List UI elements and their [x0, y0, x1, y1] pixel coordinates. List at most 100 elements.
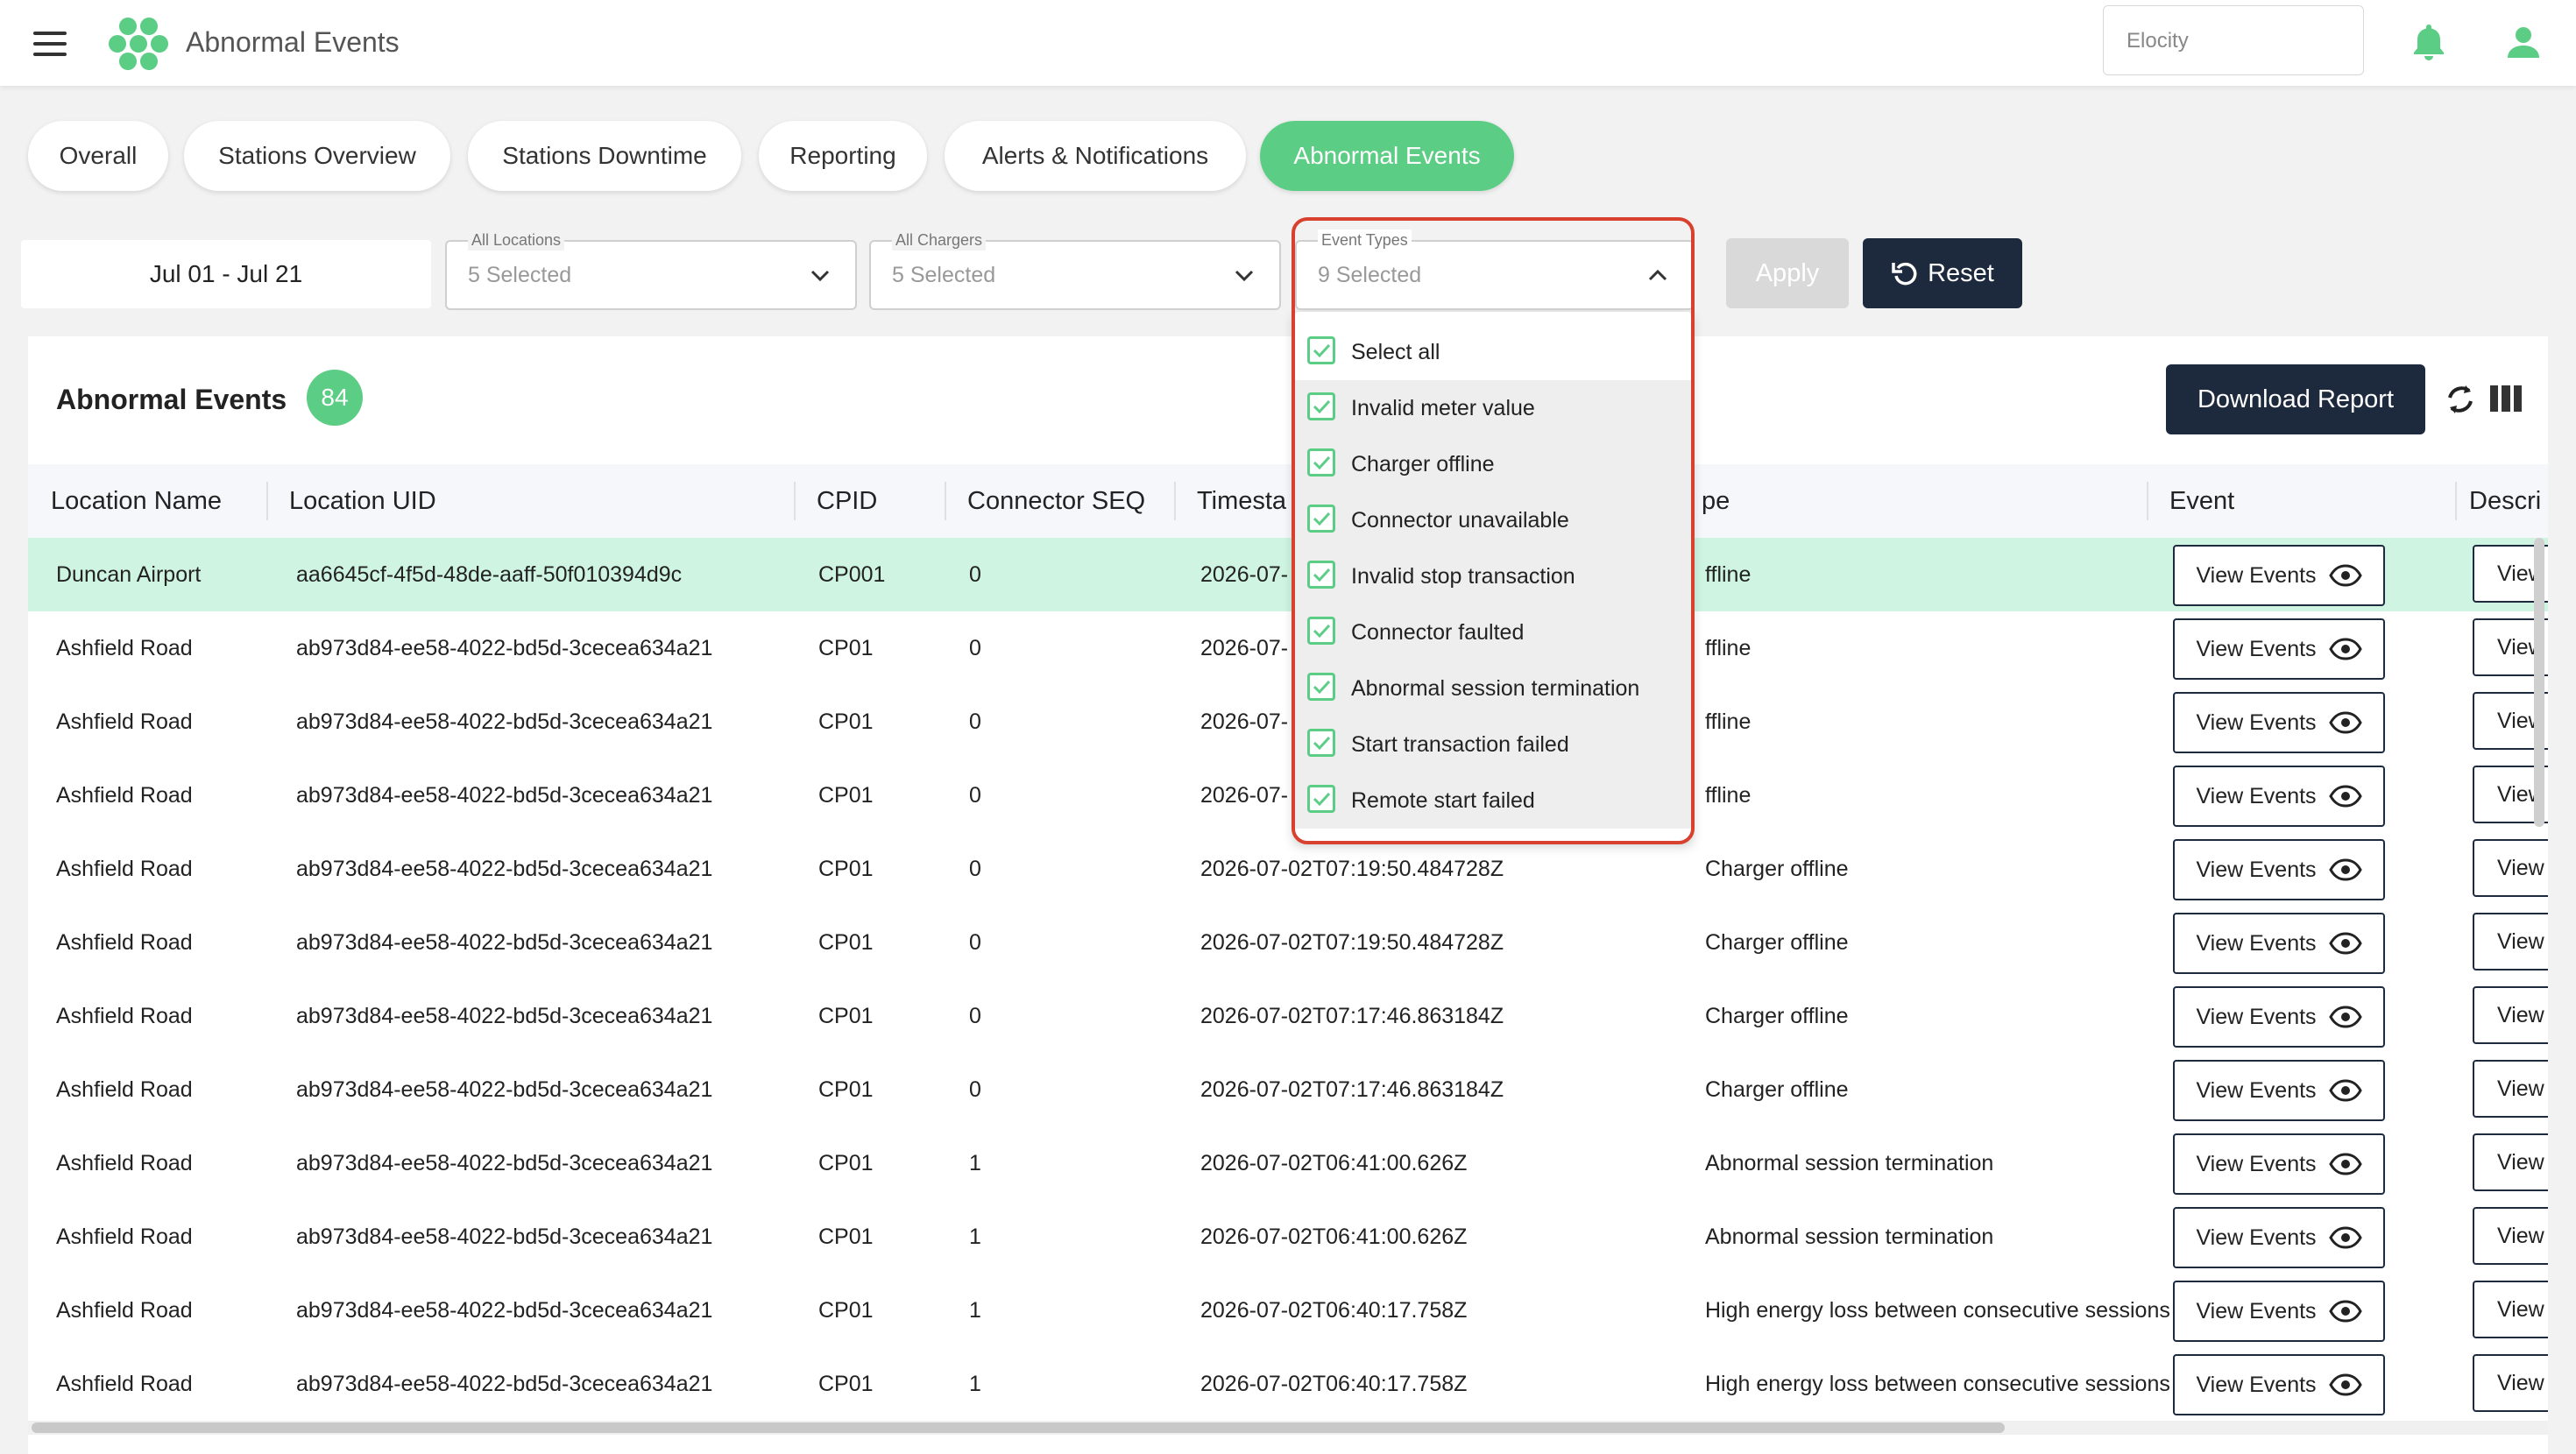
table-row[interactable]: Duncan Airport aa6645cf-4f5d-48de-aaff-50…: [28, 538, 2548, 612]
view-events-button[interactable]: View Events: [2173, 692, 2385, 753]
event-type-option[interactable]: Abnormal session termination: [1295, 660, 1691, 716]
table-row[interactable]: Ashfield Road ab973d84-ee58-4022-bd5d-3ce…: [28, 1053, 2548, 1127]
column-header[interactable]: Descri: [2469, 487, 2541, 516]
view-description-button[interactable]: View: [2473, 913, 2548, 971]
user-icon[interactable]: [2506, 25, 2541, 60]
event-type-option[interactable]: Charger offline: [1295, 436, 1691, 492]
tab-abnormal-events[interactable]: Abnormal Events: [1260, 121, 1514, 191]
event-type-option[interactable]: Connector unavailable: [1295, 492, 1691, 548]
table-row[interactable]: Ashfield Road ab973d84-ee58-4022-bd5d-3ce…: [28, 979, 2548, 1054]
view-events-button[interactable]: View Events: [2173, 1281, 2385, 1342]
column-header[interactable]: Location Name: [51, 487, 222, 516]
checkbox-checked-icon[interactable]: [1307, 673, 1335, 701]
view-events-button[interactable]: View Events: [2173, 913, 2385, 974]
checkbox-checked-icon[interactable]: [1307, 617, 1335, 645]
table-row[interactable]: Ashfield Road ab973d84-ee58-4022-bd5d-3ce…: [28, 1274, 2548, 1348]
event-type-option[interactable]: Remote start failed: [1295, 773, 1691, 829]
view-events-button[interactable]: View Events: [2173, 766, 2385, 827]
checkbox-checked-icon[interactable]: [1307, 505, 1335, 533]
view-description-button[interactable]: View: [2473, 1281, 2548, 1338]
menu-icon[interactable]: [33, 32, 67, 56]
table-cell: CP01: [818, 1004, 874, 1028]
columns-icon[interactable]: [2490, 385, 2522, 412]
checkbox-checked-icon[interactable]: [1307, 336, 1335, 364]
table-row[interactable]: Ashfield Road ab973d84-ee58-4022-bd5d-3ce…: [28, 611, 2548, 686]
table-cell: ab973d84-ee58-4022-bd5d-3cecea634a21: [296, 709, 713, 734]
checkbox-checked-icon[interactable]: [1307, 785, 1335, 813]
download-report-button[interactable]: Download Report: [2166, 364, 2425, 434]
table-row[interactable]: Ashfield Road ab973d84-ee58-4022-bd5d-3ce…: [28, 1200, 2548, 1274]
column-header[interactable]: Event: [2169, 487, 2234, 516]
event-types-label: Event Types: [1318, 229, 1412, 251]
tab-stations-overview[interactable]: Stations Overview: [184, 121, 450, 191]
tab-alerts-notifications[interactable]: Alerts & Notifications: [945, 121, 1246, 191]
view-events-button[interactable]: View Events: [2173, 986, 2385, 1048]
table-cell: Ashfield Road: [56, 1151, 193, 1175]
event-type-option[interactable]: Invalid stop transaction: [1295, 548, 1691, 604]
table-row[interactable]: Ashfield Road ab973d84-ee58-4022-bd5d-3ce…: [28, 1126, 2548, 1201]
table-header: Location Name Location UID CPID Connecto…: [28, 464, 2548, 538]
view-description-button[interactable]: View: [2473, 1060, 2548, 1118]
tab-overall[interactable]: Overall: [28, 121, 168, 191]
view-events-button[interactable]: View Events: [2173, 1354, 2385, 1415]
checkbox-checked-icon[interactable]: [1307, 561, 1335, 589]
view-description-button[interactable]: View: [2473, 986, 2548, 1044]
column-header[interactable]: Timesta: [1197, 487, 1286, 516]
view-description-button[interactable]: View: [2473, 839, 2548, 897]
bell-icon[interactable]: [2411, 23, 2446, 61]
column-header[interactable]: CPID: [817, 487, 877, 516]
table-cell: 0: [969, 783, 981, 808]
event-type-option[interactable]: Select all: [1295, 324, 1691, 380]
event-types-select[interactable]: Event Types 9 Selected: [1295, 229, 1695, 310]
view-events-button[interactable]: View Events: [2173, 545, 2385, 606]
view-events-label: View Events: [2196, 783, 2317, 808]
table-cell: ab973d84-ee58-4022-bd5d-3cecea634a21: [296, 1151, 713, 1175]
table-cell: CP01: [818, 1298, 874, 1323]
apply-button[interactable]: Apply: [1726, 238, 1849, 308]
view-events-label: View Events: [2196, 1298, 2317, 1323]
view-events-button[interactable]: View Events: [2173, 839, 2385, 900]
reset-button[interactable]: Reset: [1863, 238, 2022, 308]
checkbox-checked-icon[interactable]: [1307, 392, 1335, 420]
organization-select[interactable]: Elocity: [2103, 5, 2364, 75]
column-header[interactable]: Connector SEQ: [967, 487, 1145, 516]
tab-stations-downtime[interactable]: Stations Downtime: [468, 121, 741, 191]
event-type-option[interactable]: Start transaction failed: [1295, 716, 1691, 773]
checkbox-checked-icon[interactable]: [1307, 729, 1335, 757]
table-row[interactable]: Ashfield Road ab973d84-ee58-4022-bd5d-3ce…: [28, 1347, 2548, 1422]
table-row[interactable]: Ashfield Road ab973d84-ee58-4022-bd5d-3ce…: [28, 906, 2548, 980]
scrollbar-thumb[interactable]: [32, 1422, 2005, 1433]
horizontal-scrollbar[interactable]: [28, 1421, 2548, 1435]
vertical-scrollbar[interactable]: [2534, 538, 2544, 827]
table-cell: CP01: [818, 783, 874, 808]
view-description-button[interactable]: View: [2473, 1133, 2548, 1191]
table-cell: 2026-07-02T07:19:50.484728Z: [1200, 857, 1504, 881]
date-range-picker[interactable]: Jul 01 - Jul 21: [21, 240, 431, 308]
tab-reporting[interactable]: Reporting: [759, 121, 927, 191]
event-type-option[interactable]: Invalid meter value: [1295, 380, 1691, 436]
column-header[interactable]: pe: [1702, 487, 1730, 516]
table-cell: Charger offline: [1705, 1077, 1849, 1102]
view-description-button[interactable]: View: [2473, 1354, 2548, 1412]
event-type-label: Invalid meter value: [1351, 396, 1535, 420]
table-row[interactable]: Ashfield Road ab973d84-ee58-4022-bd5d-3ce…: [28, 759, 2548, 833]
app-title: Abnormal Events: [186, 26, 400, 58]
view-events-button[interactable]: View Events: [2173, 1207, 2385, 1268]
table-cell: CP01: [818, 930, 874, 955]
checkbox-checked-icon[interactable]: [1307, 448, 1335, 476]
chargers-select[interactable]: All Chargers 5 Selected: [869, 229, 1281, 310]
table-cell: ab973d84-ee58-4022-bd5d-3cecea634a21: [296, 1225, 713, 1249]
view-events-button[interactable]: View Events: [2173, 1133, 2385, 1195]
view-events-button[interactable]: View Events: [2173, 618, 2385, 680]
table-row[interactable]: Ashfield Road ab973d84-ee58-4022-bd5d-3ce…: [28, 832, 2548, 907]
table-cell: 1: [969, 1225, 981, 1249]
view-description-button[interactable]: View: [2473, 1207, 2548, 1265]
event-type-option[interactable]: Connector faulted: [1295, 604, 1691, 660]
event-types-value: 9 Selected: [1318, 263, 1422, 287]
view-events-button[interactable]: View Events: [2173, 1060, 2385, 1121]
table-cell: 1: [969, 1298, 981, 1323]
column-header[interactable]: Location UID: [289, 487, 436, 516]
refresh-icon[interactable]: [2443, 382, 2478, 417]
locations-select[interactable]: All Locations 5 Selected: [445, 229, 857, 310]
table-row[interactable]: Ashfield Road ab973d84-ee58-4022-bd5d-3ce…: [28, 685, 2548, 759]
